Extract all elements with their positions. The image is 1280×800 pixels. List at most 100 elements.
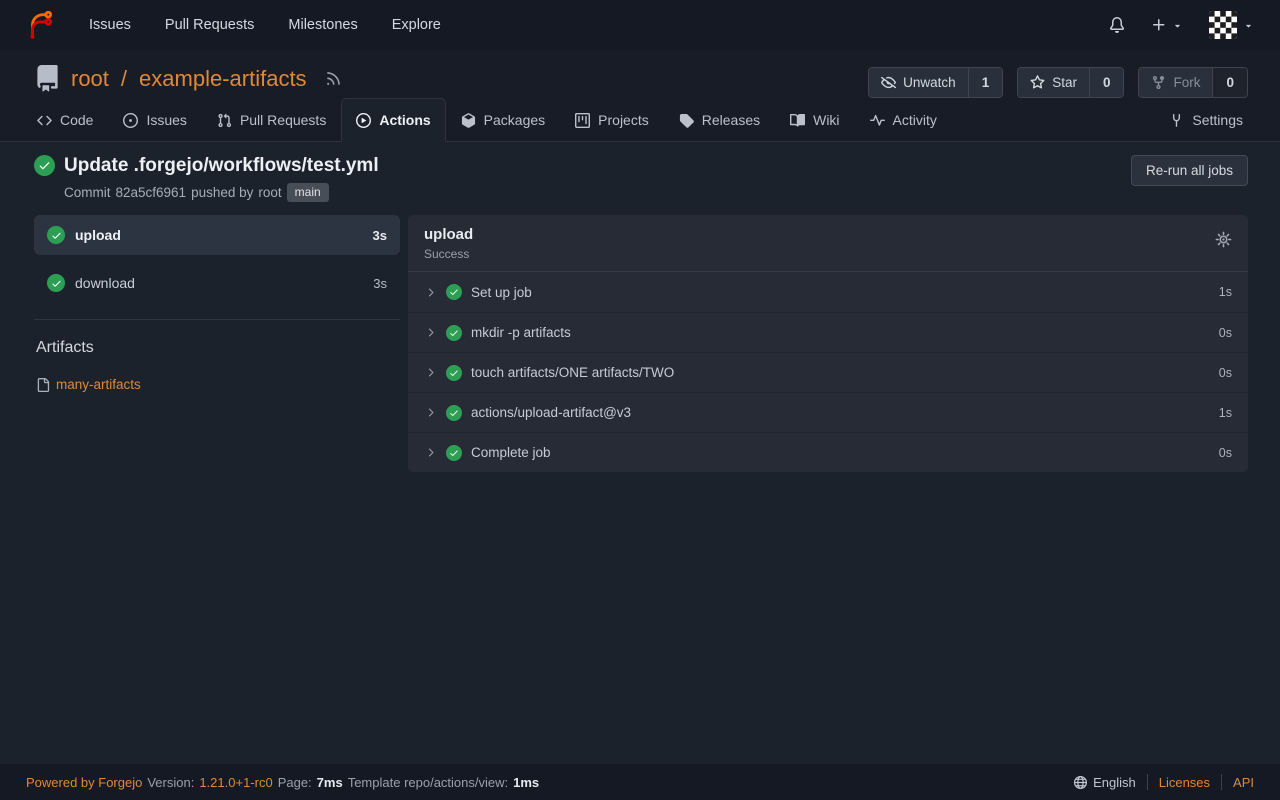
chevron-right-icon <box>424 406 437 419</box>
breadcrumb-separator: / <box>121 66 127 92</box>
repo-owner-link[interactable]: root <box>71 66 109 92</box>
commit-sha-link[interactable]: 82a5cf6961 <box>116 185 187 200</box>
chevron-right-icon <box>424 366 437 379</box>
nav-issues-link[interactable]: Issues <box>72 0 148 50</box>
footer-divider <box>1221 774 1222 790</box>
version-label: Version: <box>147 775 194 790</box>
branch-badge[interactable]: main <box>287 183 329 202</box>
actions-run-view: Update .forgejo/workflows/test.yml Commi… <box>0 142 1280 764</box>
sidebar-divider <box>34 319 400 320</box>
job-detail-panel: upload Success Set up job 1s <box>408 215 1248 472</box>
job-success-icon <box>47 226 65 244</box>
watch-button-group: Unwatch 1 <box>868 67 1003 98</box>
nav-milestones-link[interactable]: Milestones <box>271 0 374 50</box>
project-icon <box>575 113 590 128</box>
nav-explore-link[interactable]: Explore <box>375 0 458 50</box>
tab-issues[interactable]: Issues <box>108 98 201 142</box>
commit-author-link[interactable]: root <box>258 185 281 200</box>
nav-pull-requests-link[interactable]: Pull Requests <box>148 0 271 50</box>
tab-projects[interactable]: Projects <box>560 98 664 142</box>
api-link[interactable]: API <box>1233 775 1254 790</box>
fork-button: Fork <box>1139 68 1212 97</box>
run-header: Update .forgejo/workflows/test.yml Commi… <box>34 155 1248 202</box>
run-commit-line: Commit 82a5cf6961 pushed by root main <box>64 183 379 202</box>
step-row-set-up-job[interactable]: Set up job 1s <box>408 272 1248 312</box>
step-success-icon <box>446 284 462 300</box>
step-success-icon <box>446 405 462 421</box>
gear-icon[interactable] <box>1215 231 1232 248</box>
top-navbar: Issues Pull Requests Milestones Explore <box>0 0 1280 50</box>
repo-name-link[interactable]: example-artifacts <box>139 66 307 92</box>
code-icon <box>37 113 52 128</box>
package-icon <box>461 113 476 128</box>
job-sidebar: upload 3s download 3s Artifacts many-art… <box>34 215 400 472</box>
footer: Powered by Forgejo Version: 1.21.0+1-rc0… <box>0 764 1280 800</box>
rerun-all-jobs-button[interactable]: Re-run all jobs <box>1131 155 1248 186</box>
pull-request-icon <box>217 113 232 128</box>
tab-code[interactable]: Code <box>22 98 108 142</box>
job-duration: 3s <box>373 276 387 291</box>
footer-divider <box>1147 774 1148 790</box>
job-item-download[interactable]: download 3s <box>34 263 400 303</box>
template-time: 1ms <box>513 775 539 790</box>
step-duration: 1s <box>1219 285 1232 299</box>
artifact-download-link[interactable]: many-artifacts <box>56 377 141 392</box>
tab-pull-requests[interactable]: Pull Requests <box>202 98 341 142</box>
repo-tab-bar: Code Issues Pull Requests Actions Packag… <box>0 98 1280 142</box>
job-detail-header: upload Success <box>408 215 1248 272</box>
repo-breadcrumb: root / example-artifacts <box>34 65 342 92</box>
watchers-count[interactable]: 1 <box>968 68 1003 97</box>
licenses-link[interactable]: Licenses <box>1159 775 1210 790</box>
star-button-group: Star 0 <box>1017 67 1124 98</box>
forks-count[interactable]: 0 <box>1212 68 1247 97</box>
step-success-icon <box>446 445 462 461</box>
step-row-upload-artifact[interactable]: actions/upload-artifact@v3 1s <box>408 392 1248 432</box>
commit-label: Commit <box>64 185 111 200</box>
template-label: Template repo/actions/view: <box>348 775 508 790</box>
step-row-mkdir[interactable]: mkdir -p artifacts 0s <box>408 312 1248 352</box>
tab-packages[interactable]: Packages <box>446 98 560 142</box>
star-button[interactable]: Star <box>1018 68 1089 97</box>
forgejo-logo-icon[interactable] <box>26 10 56 40</box>
powered-by-forgejo-link[interactable]: Powered by Forgejo <box>26 775 142 790</box>
job-step-list: Set up job 1s mkdir -p artifacts 0s touc… <box>408 272 1248 472</box>
play-circle-icon <box>356 113 371 128</box>
job-detail-title: upload <box>424 226 473 243</box>
tab-actions[interactable]: Actions <box>341 98 445 142</box>
step-duration: 0s <box>1219 326 1232 340</box>
run-status-success-icon <box>34 155 55 176</box>
tab-activity[interactable]: Activity <box>855 98 952 142</box>
chevron-right-icon <box>424 326 437 339</box>
step-duration: 1s <box>1219 406 1232 420</box>
artifact-item: many-artifacts <box>36 377 400 392</box>
user-menu[interactable] <box>1196 11 1258 39</box>
notifications-button[interactable] <box>1096 17 1138 33</box>
avatar <box>1209 11 1237 39</box>
chevron-down-icon <box>1172 20 1183 31</box>
language-menu[interactable]: English <box>1073 775 1136 790</box>
unwatch-button[interactable]: Unwatch <box>869 68 968 97</box>
pulse-icon <box>870 113 885 128</box>
create-new-menu[interactable] <box>1138 17 1196 33</box>
repo-icon <box>34 65 61 92</box>
step-row-touch[interactable]: touch artifacts/ONE artifacts/TWO 0s <box>408 352 1248 392</box>
step-success-icon <box>446 325 462 341</box>
job-duration: 3s <box>373 228 387 243</box>
bell-icon <box>1109 17 1125 33</box>
stars-count[interactable]: 0 <box>1089 68 1124 97</box>
rss-icon[interactable] <box>325 70 342 87</box>
wrench-icon <box>1169 113 1184 128</box>
page-time: 7ms <box>317 775 343 790</box>
plus-icon <box>1151 17 1167 33</box>
tab-wiki[interactable]: Wiki <box>775 98 854 142</box>
tab-settings[interactable]: Settings <box>1154 98 1258 142</box>
tag-icon <box>679 113 694 128</box>
eye-closed-icon <box>881 75 896 90</box>
run-title: Update .forgejo/workflows/test.yml <box>64 155 379 177</box>
tab-releases[interactable]: Releases <box>664 98 775 142</box>
page-label: Page: <box>278 775 312 790</box>
step-row-complete-job[interactable]: Complete job 0s <box>408 432 1248 472</box>
job-item-upload[interactable]: upload 3s <box>34 215 400 255</box>
version-link[interactable]: 1.21.0+1-rc0 <box>199 775 272 790</box>
job-detail-status: Success <box>424 247 473 261</box>
